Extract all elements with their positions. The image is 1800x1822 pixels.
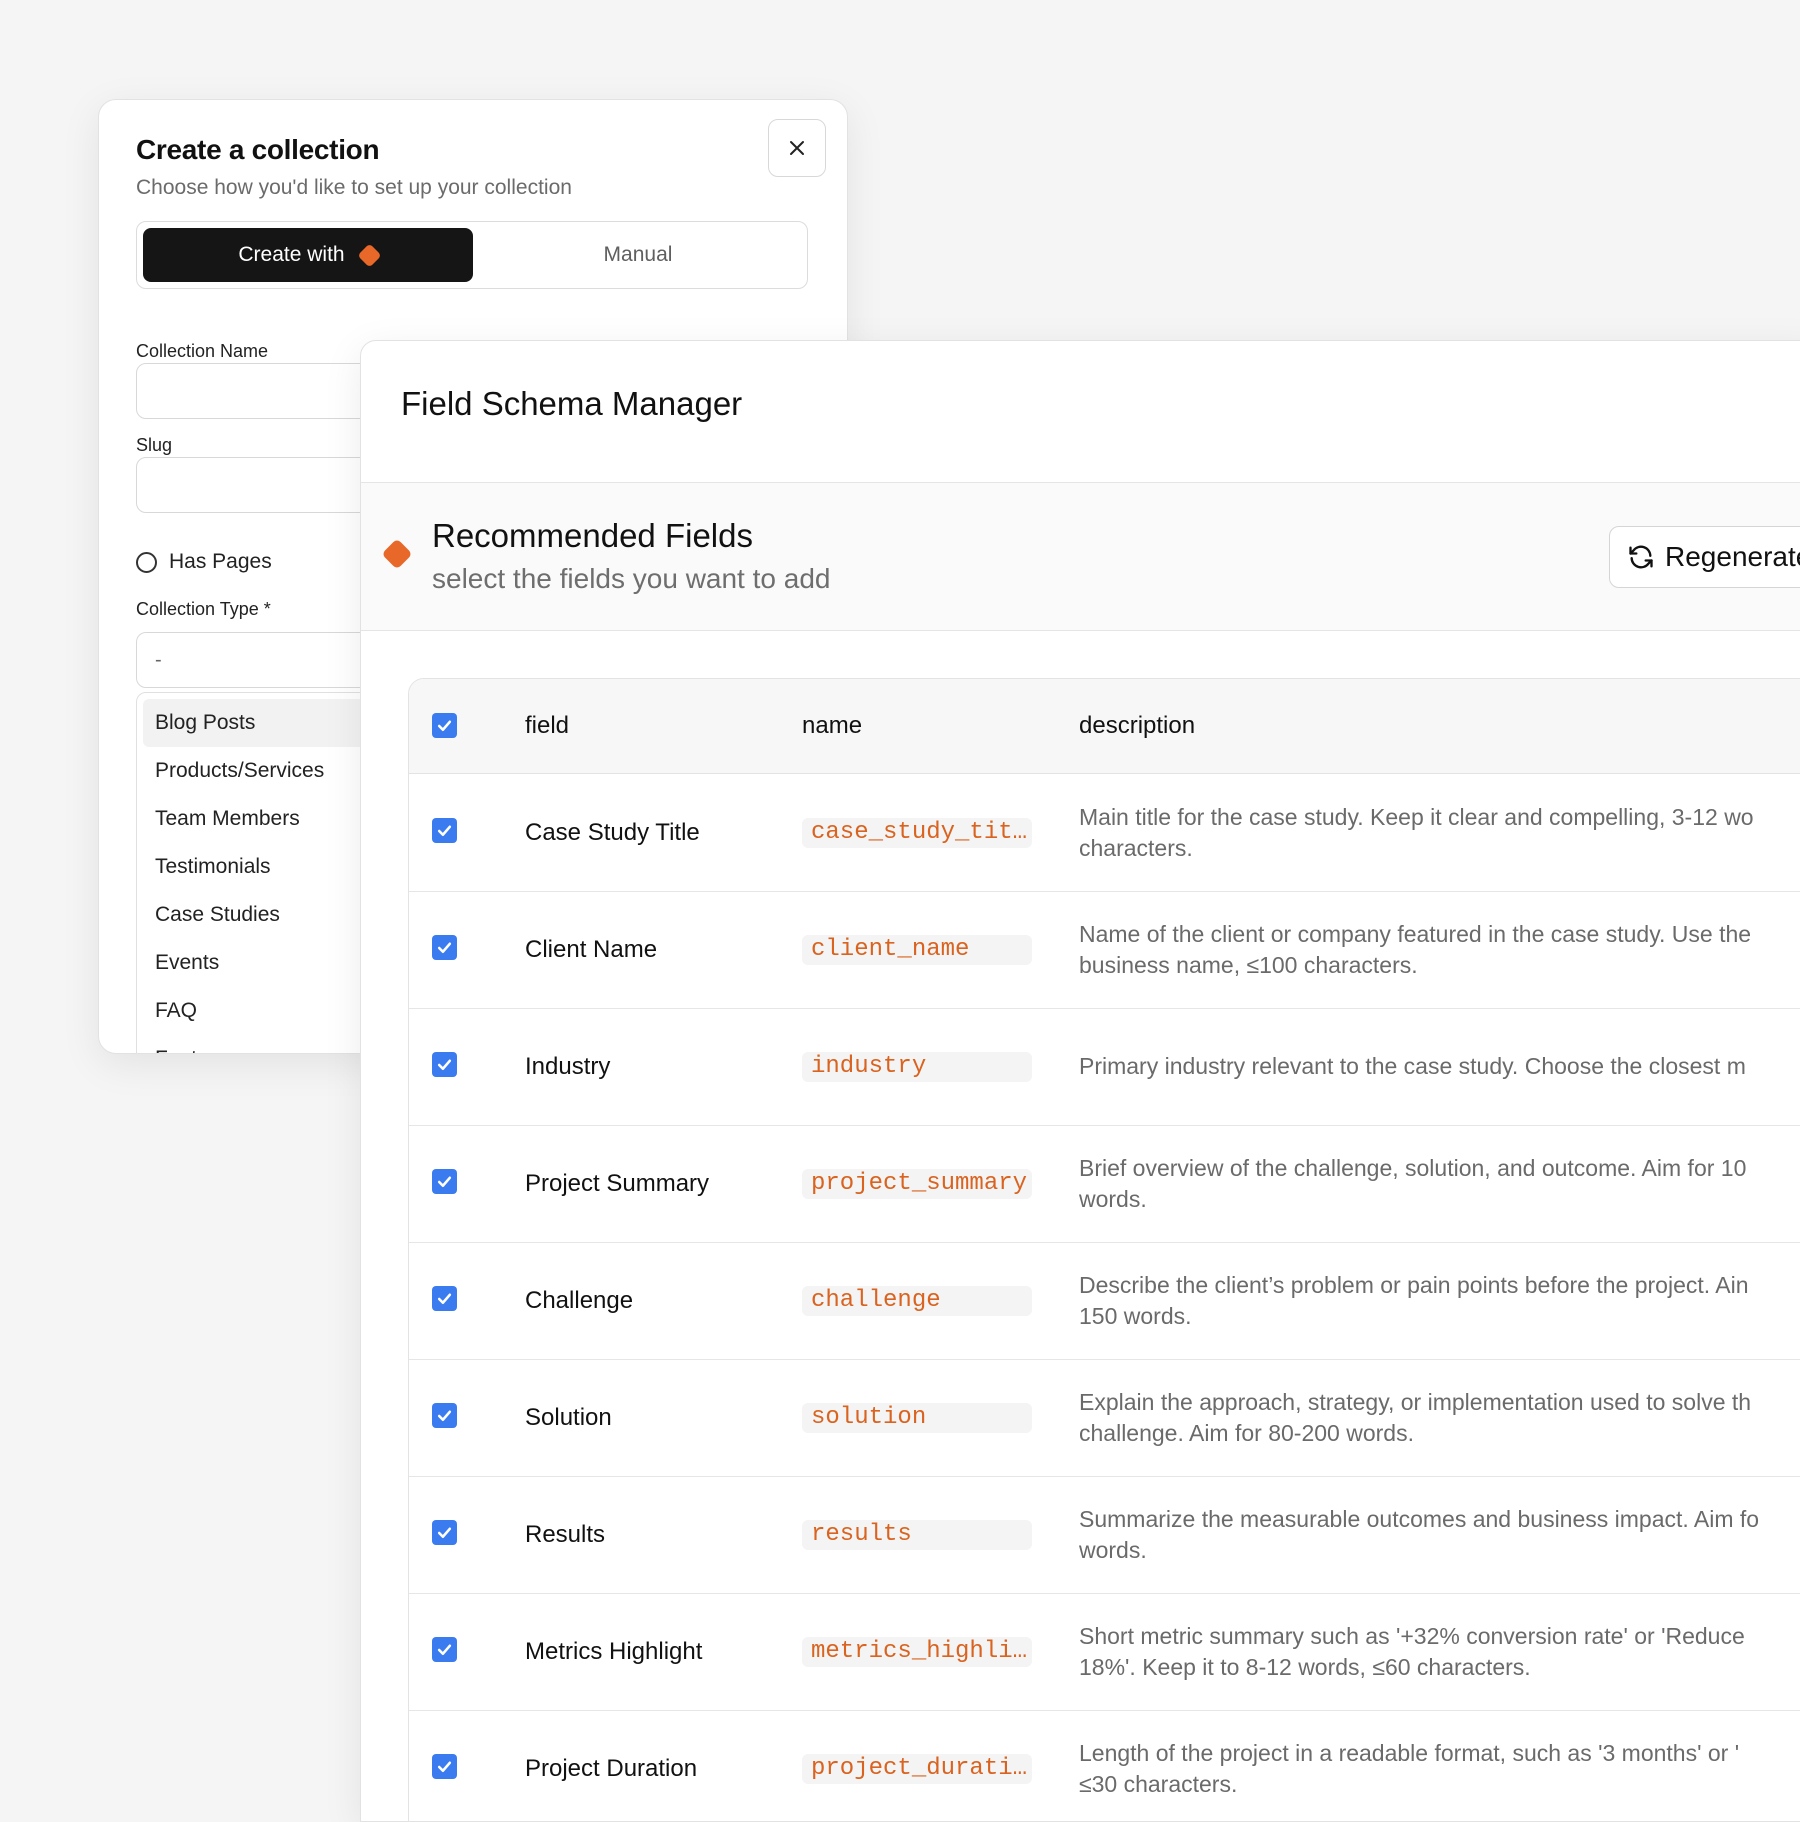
table-row[interactable]: Metrics Highlight metrics_highli… Short … [409, 1593, 1800, 1711]
row-checkbox[interactable] [432, 1052, 457, 1077]
table-row[interactable]: Challenge challenge Describe the client’… [409, 1242, 1800, 1360]
divider [361, 630, 1800, 631]
field-label: Metrics Highlight [525, 1637, 703, 1665]
checkbox-checked-icon [437, 1644, 452, 1656]
field-label: Case Study Title [525, 818, 700, 846]
table-row[interactable]: Results results Summarize the measurable… [409, 1476, 1800, 1594]
tab-create-with-label: Create with [238, 243, 345, 266]
field-key: project_durati… [802, 1753, 1032, 1784]
field-description: words. [1079, 1536, 1147, 1563]
field-description: business name, ≤100 characters. [1079, 951, 1418, 978]
field-key: client_name [802, 934, 1032, 965]
field-description: Short metric summary such as '+32% conve… [1079, 1622, 1745, 1649]
tab-manual[interactable]: Manual [473, 228, 803, 282]
field-description: Primary industry relevant to the case st… [1079, 1053, 1746, 1079]
field-description: Length of the project in a readable form… [1079, 1739, 1740, 1766]
field-label: Project Duration [525, 1754, 698, 1782]
has-pages-option[interactable]: Has Pages [136, 550, 272, 574]
field-description: Main title for the case study. Keep it c… [1079, 803, 1754, 830]
regenerate-button[interactable]: Regenerate [1609, 526, 1800, 588]
field-key: metrics_highli… [802, 1636, 1032, 1667]
field-description: Name of the client or company featured i… [1079, 920, 1752, 947]
field-description: Explain the approach, strategy, or imple… [1079, 1388, 1752, 1415]
column-header-name: name [802, 712, 863, 739]
table-row[interactable]: Project Duration project_durati… Length … [409, 1710, 1800, 1821]
select-all-checkbox[interactable] [432, 713, 457, 738]
checkbox-checked-icon [437, 1527, 452, 1539]
field-label: Industry [525, 1052, 611, 1080]
table-row[interactable]: Project Summary project_summary Brief ov… [409, 1125, 1800, 1243]
field-key: project_summary [802, 1168, 1032, 1199]
recommended-subtitle: select the fields you want to add [432, 563, 831, 594]
field-key: results [802, 1519, 1032, 1550]
checkbox-checked-icon [437, 720, 452, 732]
field-description: 150 words. [1079, 1302, 1192, 1329]
has-pages-radio[interactable] [136, 551, 157, 573]
row-checkbox[interactable] [432, 1754, 457, 1779]
has-pages-label: Has Pages [169, 550, 272, 573]
field-label: Results [525, 1520, 606, 1548]
table-header: field name description [409, 679, 1800, 774]
checkbox-checked-icon [437, 942, 452, 954]
collection-name-label: Collection Name [136, 341, 269, 361]
field-key: solution [802, 1402, 1032, 1433]
table-row[interactable]: Case Study Title case_study_tit… Main ti… [409, 774, 1800, 892]
field-schema-manager-panel: Field Schema Manager Recommended Fields … [360, 340, 1800, 1822]
regenerate-label: Regenerate [1665, 541, 1800, 572]
row-checkbox[interactable] [432, 1169, 457, 1194]
checkbox-checked-icon [437, 1059, 452, 1071]
field-description: challenge. Aim for 80-200 words. [1079, 1419, 1414, 1446]
field-key: case_study_tit… [802, 817, 1032, 848]
recommended-title: Recommended Fields [432, 517, 753, 554]
field-label: Project Summary [525, 1169, 710, 1197]
field-description: ≤30 characters. [1079, 1770, 1238, 1797]
column-header-field: field [525, 712, 570, 739]
slug-label: Slug [136, 435, 173, 455]
row-checkbox[interactable] [432, 935, 457, 960]
checkbox-checked-icon [437, 1410, 452, 1422]
row-checkbox[interactable] [432, 818, 457, 843]
dialog-title: Create a collection [136, 134, 380, 165]
dialog-subtitle: Choose how you'd like to set up your col… [136, 176, 572, 199]
field-label: Client Name [525, 935, 658, 963]
field-key: industry [802, 1051, 1032, 1082]
close-icon [790, 141, 804, 155]
sparkle-diamond-icon [357, 242, 382, 268]
row-checkbox[interactable] [432, 1403, 457, 1428]
fields-table: field name description Case Study Title … [408, 678, 1800, 1821]
field-description: 18%'. Keep it to 8-12 words, ≤60 charact… [1079, 1653, 1531, 1680]
row-checkbox[interactable] [432, 1286, 457, 1311]
checkbox-checked-icon [437, 1293, 452, 1305]
table-row[interactable]: Solution solution Explain the approach, … [409, 1359, 1800, 1477]
field-label: Solution [525, 1403, 612, 1431]
field-description: characters. [1079, 834, 1193, 861]
regenerate-icon [1629, 545, 1653, 569]
mode-segmented-control: Create with Manual [136, 221, 808, 289]
field-description: Summarize the measurable outcomes and bu… [1079, 1505, 1760, 1532]
field-description: Brief overview of the challenge, solutio… [1079, 1154, 1747, 1181]
column-header-description: description [1079, 712, 1196, 739]
checkbox-checked-icon [437, 825, 452, 837]
tab-create-with[interactable]: Create with [143, 228, 473, 282]
tab-manual-label: Manual [603, 243, 673, 266]
row-checkbox[interactable] [432, 1520, 457, 1545]
field-description: Describe the client’s problem or pain po… [1079, 1271, 1749, 1298]
panel-title: Field Schema Manager [401, 385, 743, 422]
row-checkbox[interactable] [432, 1637, 457, 1662]
close-button[interactable] [768, 119, 826, 177]
checkbox-checked-icon [437, 1761, 452, 1773]
field-key: challenge [802, 1285, 1032, 1316]
collection-type-value: - [155, 648, 162, 671]
table-row[interactable]: Client Name client_name Name of the clie… [409, 891, 1800, 1009]
collection-type-label: Collection Type * [136, 599, 271, 619]
recommended-header [361, 483, 1800, 631]
field-label: Challenge [525, 1286, 634, 1314]
table-row[interactable]: Industry industry Primary industry relev… [409, 1008, 1800, 1126]
checkbox-checked-icon [437, 1176, 452, 1188]
field-description: words. [1079, 1185, 1147, 1212]
